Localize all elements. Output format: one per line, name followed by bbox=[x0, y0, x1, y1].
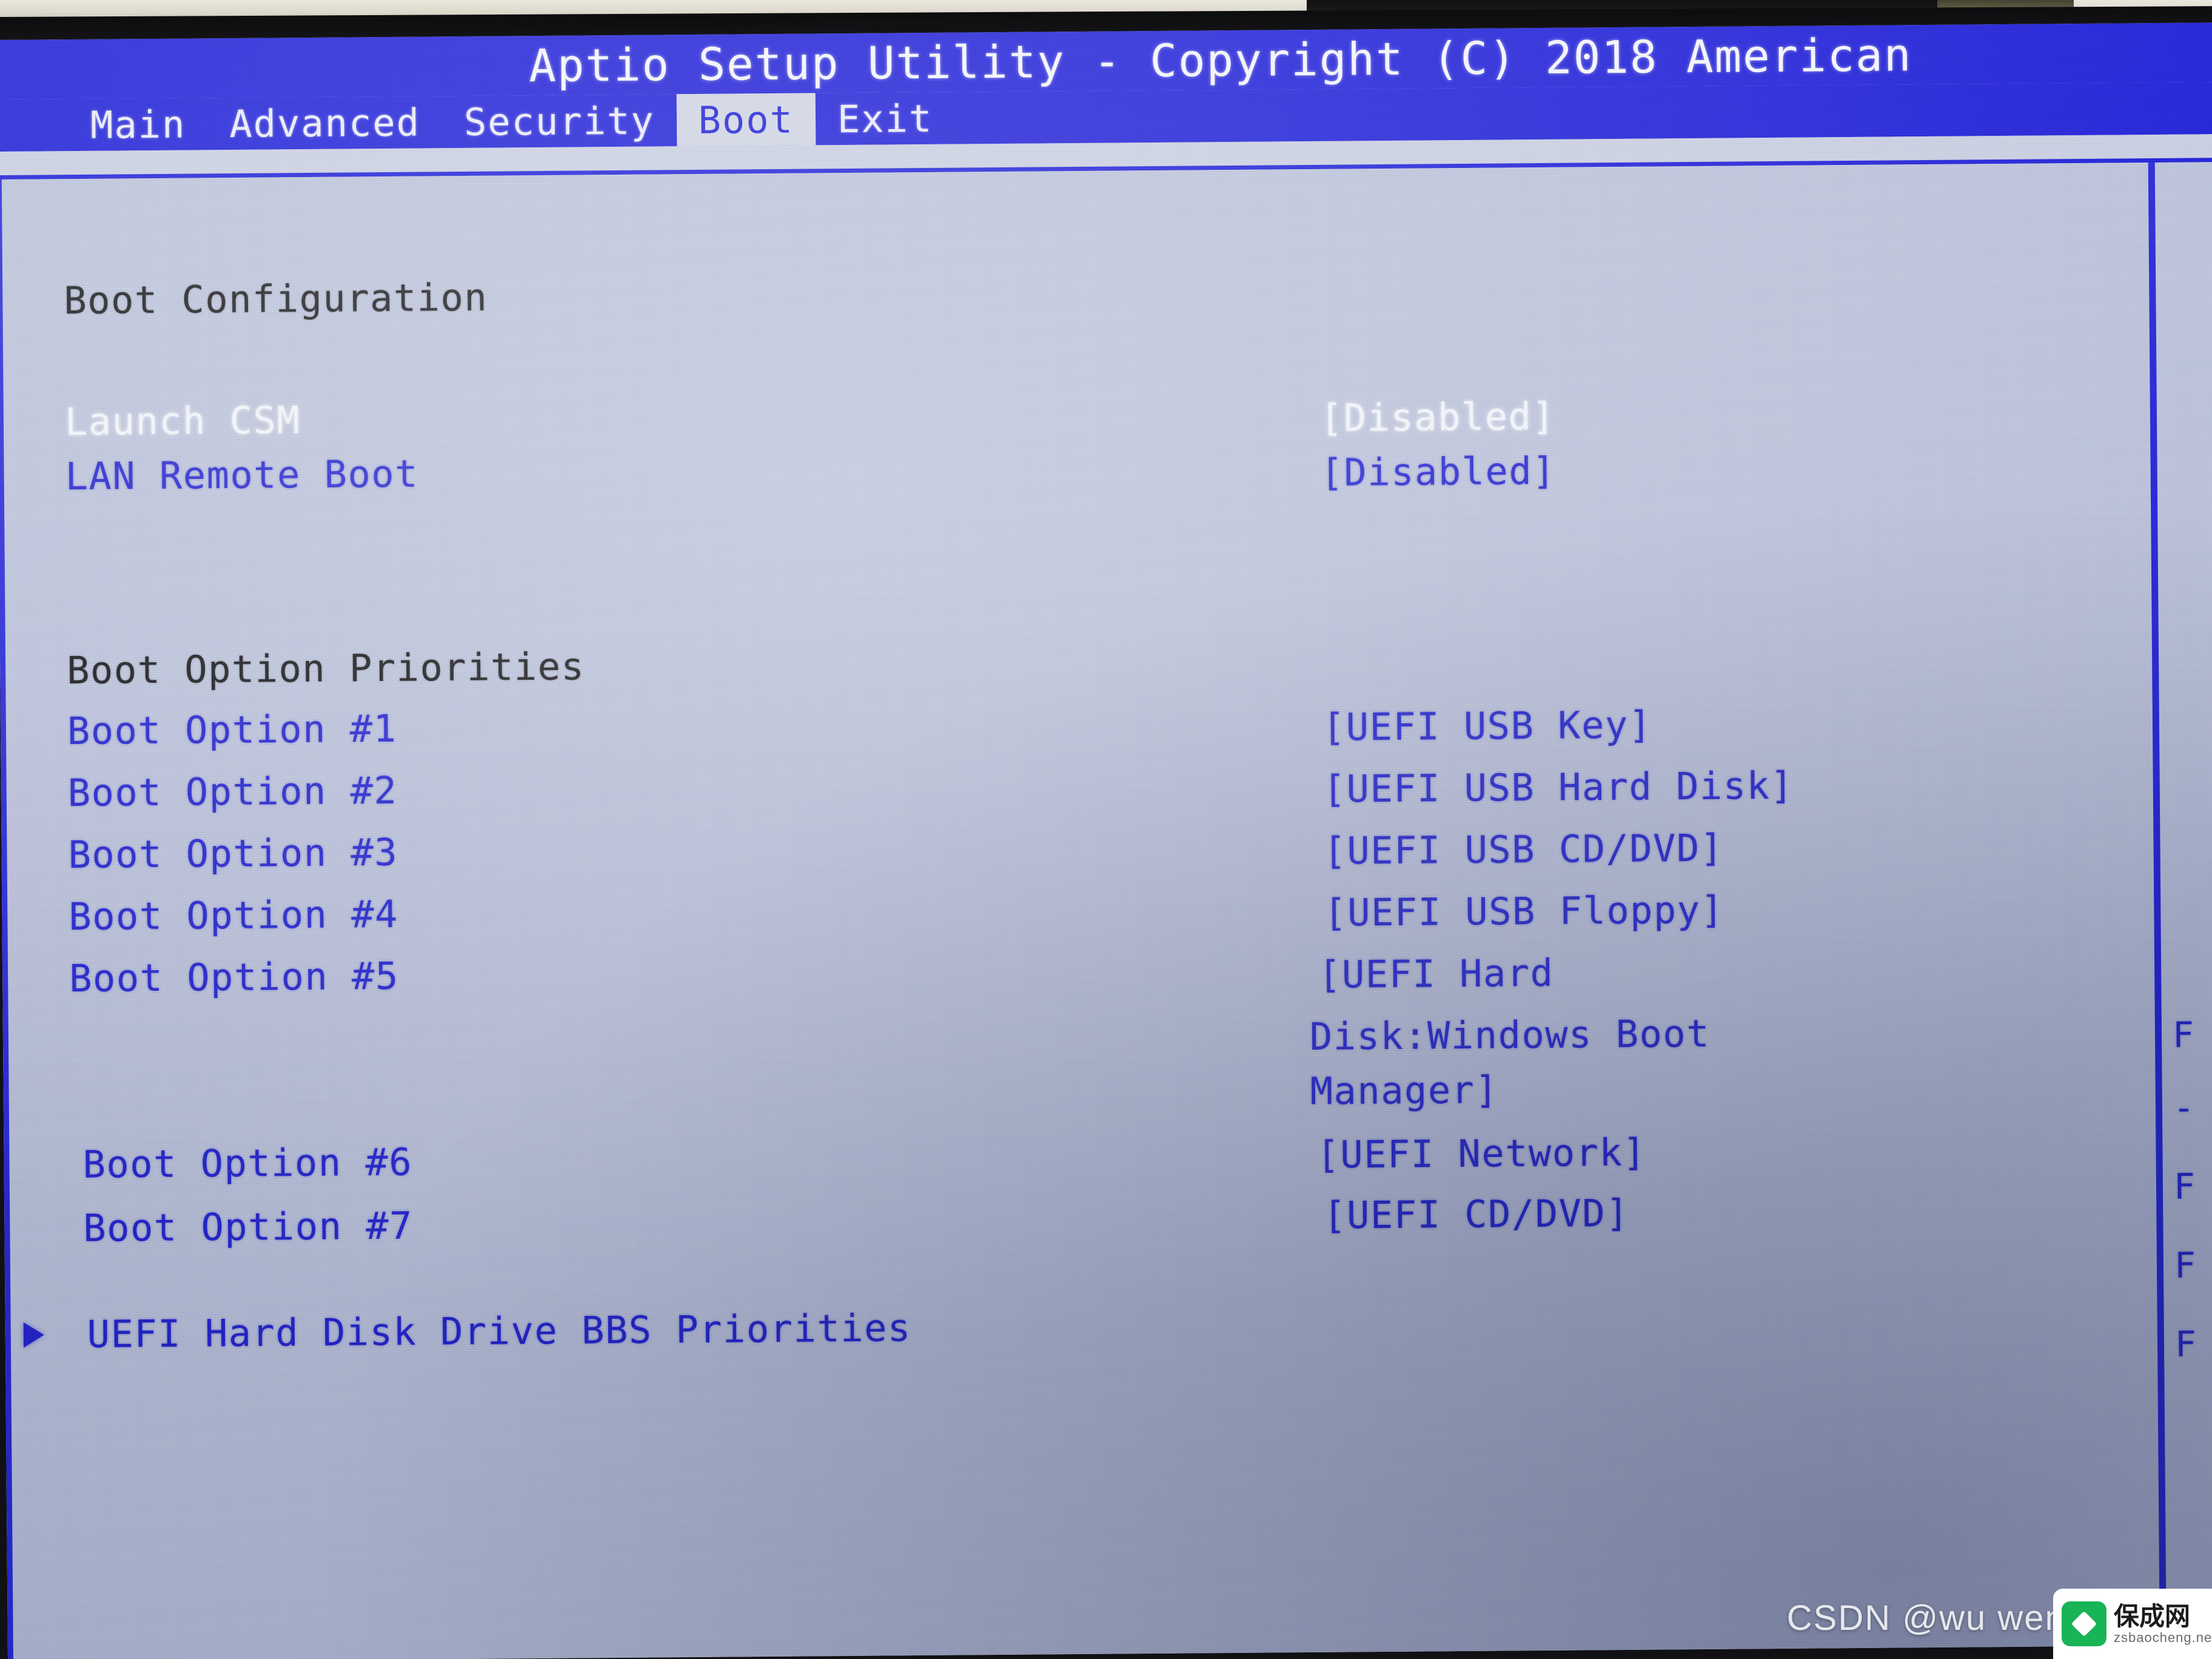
bios-screen: Aptio Setup Utility - Copyright (C) 2018… bbox=[0, 22, 2212, 1659]
help-line-3: F bbox=[2173, 1165, 2196, 1207]
boot-option-label-6: Boot Option #6 bbox=[82, 1139, 413, 1187]
tab-advanced[interactable]: Advanced bbox=[207, 96, 442, 150]
boot-option-label-5: Boot Option #5 bbox=[69, 953, 400, 1001]
boot-option-value-3[interactable]: [UEFI USB CD/DVD] bbox=[1323, 826, 1724, 873]
submenu-uefi-hard-disk-drive-bbs-priorities[interactable]: UEFI Hard Disk Drive BBS Priorities bbox=[87, 1305, 911, 1356]
setting-label-launch-csm: Launch CSM bbox=[64, 398, 301, 444]
boot-option-value-1[interactable]: [UEFI USB Key] bbox=[1322, 703, 1652, 749]
site-badge-title: 保成网 bbox=[2114, 1601, 2191, 1631]
shield-icon bbox=[2062, 1601, 2106, 1646]
help-line-1: F bbox=[2172, 1014, 2195, 1056]
submenu-arrow-icon bbox=[23, 1322, 44, 1348]
monitor-photo: Aptio Setup Utility - Copyright (C) 2018… bbox=[0, 0, 2212, 1659]
boot-option-value-5-line1[interactable]: [UEFI Hard bbox=[1318, 951, 1554, 997]
boot-option-value-5-line3[interactable]: Manager] bbox=[1310, 1068, 1498, 1113]
boot-option-label-1: Boot Option #1 bbox=[67, 706, 397, 754]
boot-option-value-2[interactable]: [UEFI USB Hard Disk] bbox=[1322, 763, 1794, 811]
setting-value-launch-csm[interactable]: [Disabled] bbox=[1320, 394, 1556, 440]
boot-option-value-6[interactable]: [UEFI Network] bbox=[1316, 1130, 1646, 1177]
boot-option-label-2: Boot Option #2 bbox=[67, 768, 398, 816]
page-title: Aptio Setup Utility - Copyright (C) 2018… bbox=[529, 29, 1912, 93]
help-line-5: F bbox=[2174, 1323, 2197, 1365]
boot-option-value-7[interactable]: [UEFI CD/DVD] bbox=[1323, 1191, 1629, 1238]
tab-security[interactable]: Security bbox=[442, 94, 677, 148]
site-badge: 保成网 zsbaocheng.net bbox=[2053, 1589, 2212, 1659]
tab-boot[interactable]: Boot bbox=[676, 93, 816, 147]
tab-exit[interactable]: Exit bbox=[816, 92, 955, 146]
tab-main[interactable]: Main bbox=[69, 98, 208, 151]
section-title-boot-option-priorities: Boot Option Priorities bbox=[66, 644, 585, 693]
section-title-boot-configuration: Boot Configuration bbox=[64, 275, 488, 323]
boot-option-label-7: Boot Option #7 bbox=[83, 1203, 414, 1250]
help-line-2: - bbox=[2173, 1087, 2196, 1128]
boot-option-label-4: Boot Option #4 bbox=[69, 891, 399, 939]
site-badge-domain: zsbaocheng.net bbox=[2114, 1630, 2212, 1645]
help-line-4: F bbox=[2174, 1244, 2197, 1286]
boot-option-label-3: Boot Option #3 bbox=[68, 830, 398, 877]
setting-value-lan-remote-boot[interactable]: [Disabled] bbox=[1320, 449, 1556, 495]
boot-option-value-5-line2[interactable]: Disk:Windows Boot bbox=[1310, 1011, 1711, 1059]
setting-label-lan-remote-boot: LAN Remote Boot bbox=[65, 451, 419, 499]
boot-option-value-4[interactable]: [UEFI USB Floppy] bbox=[1324, 888, 1724, 935]
